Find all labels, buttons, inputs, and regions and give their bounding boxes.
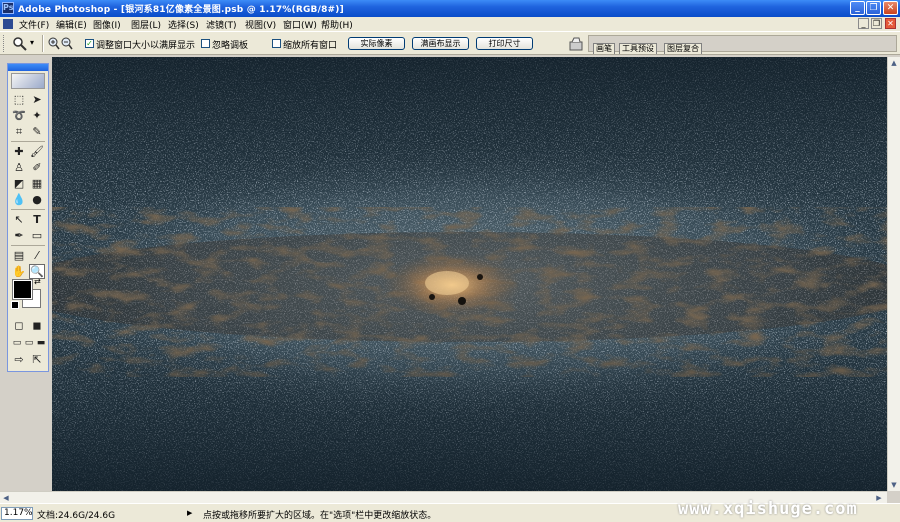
menu-help[interactable]: 帮助(H): [321, 18, 353, 31]
standard-mode-icon[interactable]: ◻: [11, 318, 27, 333]
hand-tool-icon[interactable]: ✋: [11, 264, 27, 279]
path-selection-tool-icon[interactable]: ↖: [11, 212, 27, 227]
print-size-button[interactable]: 打印尺寸: [476, 37, 533, 50]
grip-handle[interactable]: [3, 35, 8, 52]
menu-edit[interactable]: 编辑(E): [56, 18, 87, 31]
window-title: Adobe Photoshop - [银河系81亿像素全景图.psb @ 1.1…: [18, 5, 344, 15]
doc-close-button[interactable]: ✕: [885, 18, 896, 29]
minimize-button[interactable]: _: [850, 1, 865, 15]
photoshop-icon: Ps: [2, 2, 14, 14]
palette-well: 画笔 工具预设 图层复合: [588, 35, 897, 54]
maximize-button[interactable]: ❐: [866, 1, 881, 15]
scroll-down-arrow[interactable]: ▼: [888, 479, 900, 491]
zoom-all-windows-label: 缩放所有窗口: [283, 41, 338, 51]
pen-tool-icon[interactable]: ✒: [11, 228, 27, 243]
shape-tool-icon[interactable]: ▭: [29, 228, 45, 243]
status-menu-arrow[interactable]: ▶: [187, 509, 192, 517]
doc-restore-button[interactable]: ❐: [871, 18, 882, 29]
magic-wand-tool-icon[interactable]: ✦: [29, 108, 45, 123]
dodge-tool-icon[interactable]: ●: [29, 192, 45, 207]
doc-minimize-button[interactable]: _: [858, 18, 869, 29]
swap-colors-icon[interactable]: ⇄: [34, 277, 41, 286]
eyedropper-tool-icon[interactable]: ⁄: [29, 248, 45, 263]
options-bar: ▾ ✓ 调整窗口大小以满屏显示 忽略调板 缩放所有窗口 实际像素 满画布显示 打…: [0, 31, 900, 55]
document-size: 文档:24.6G/24.6G: [37, 511, 116, 521]
type-tool-icon[interactable]: T: [29, 212, 45, 227]
menu-file[interactable]: 文件(F): [19, 18, 49, 31]
brush-tool-icon[interactable]: 🖌: [29, 144, 45, 159]
history-brush-tool-icon[interactable]: ✐: [29, 160, 45, 175]
document-canvas[interactable]: [52, 57, 887, 491]
imageready-jump-icon[interactable]: ⇨: [11, 352, 27, 367]
watermark: www.xqishuge.com: [678, 499, 858, 519]
clone-stamp-tool-icon[interactable]: ♙: [11, 160, 27, 175]
default-colors-icon[interactable]: [11, 301, 19, 309]
title-bar: Ps Adobe Photoshop - [银河系81亿像素全景图.psb @ …: [0, 0, 900, 17]
zoom-all-windows-checkbox[interactable]: [272, 39, 281, 48]
status-hint: 点按或拖移所要扩大的区域。在"选项"栏中更改缩放状态。: [203, 511, 437, 521]
menu-image[interactable]: 图像(I): [93, 18, 121, 31]
magnifier-icon[interactable]: [12, 36, 28, 52]
tab-layer-comps[interactable]: 图层复合: [664, 43, 702, 54]
tool-preset-dropdown[interactable]: ▾: [30, 38, 34, 47]
healing-brush-tool-icon[interactable]: ✚: [11, 144, 27, 159]
edit-in-imageready-icon[interactable]: ⇱: [29, 352, 45, 367]
move-tool-icon[interactable]: ➤: [29, 92, 45, 107]
file-browser-icon[interactable]: [568, 36, 584, 52]
gradient-tool-icon[interactable]: ▦: [29, 176, 45, 191]
menu-select[interactable]: 选择(S): [168, 18, 199, 31]
photoshop-feather-logo[interactable]: [11, 73, 45, 89]
toolbox: ⬚ ➤ ➰ ✦ ⌗ ✎ ✚ 🖌 ♙ ✐ ◩ ▦ 💧 ● ↖ T ✒ ▭ ▤ ⁄ …: [7, 63, 49, 372]
quick-mask-mode-icon[interactable]: ◼: [29, 318, 45, 333]
resize-windows-checkbox[interactable]: ✓: [85, 39, 94, 48]
zoom-level-field[interactable]: 1.17%: [1, 507, 33, 520]
menu-view[interactable]: 视图(V): [245, 18, 276, 31]
tab-brushes[interactable]: 画笔: [593, 43, 615, 54]
close-button[interactable]: ✕: [883, 1, 898, 15]
toolbox-title-bar[interactable]: [8, 64, 48, 71]
vertical-scrollbar[interactable]: ▲ ▼: [887, 57, 900, 491]
milky-way-panorama-image: [52, 57, 887, 491]
menu-filter[interactable]: 滤镜(T): [206, 18, 237, 31]
slice-tool-icon[interactable]: ✎: [29, 124, 45, 139]
ignore-palettes-checkbox[interactable]: [201, 39, 210, 48]
tab-tool-presets[interactable]: 工具预设: [619, 43, 657, 54]
resize-windows-label: 调整窗口大小以满屏显示: [96, 41, 196, 51]
blur-tool-icon[interactable]: 💧: [11, 192, 27, 207]
zoom-out-icon[interactable]: [61, 37, 73, 50]
menu-bar: 文件(F) 编辑(E) 图像(I) 图层(L) 选择(S) 滤镜(T) 视图(V…: [0, 17, 900, 31]
menu-window[interactable]: 窗口(W): [283, 18, 317, 31]
zoom-in-icon[interactable]: [48, 37, 60, 50]
notes-tool-icon[interactable]: ▤: [11, 248, 27, 263]
ignore-palettes-label: 忽略调板: [212, 41, 249, 51]
actual-pixels-button[interactable]: 实际像素: [348, 37, 405, 50]
foreground-color-swatch[interactable]: [13, 280, 32, 299]
document-menu-icon[interactable]: [3, 19, 13, 29]
lasso-tool-icon[interactable]: ➰: [11, 108, 27, 123]
menu-layer[interactable]: 图层(L): [131, 18, 161, 31]
eraser-tool-icon[interactable]: ◩: [11, 176, 27, 191]
screen-mode-full-icon[interactable]: ▬: [33, 336, 49, 351]
status-bar: 1.17% 文档:24.6G/24.6G ▶ 点按或拖移所要扩大的区域。在"选项…: [0, 499, 900, 522]
fit-screen-button[interactable]: 满画布显示: [412, 37, 469, 50]
marquee-tool-icon[interactable]: ⬚: [11, 92, 27, 107]
scroll-up-arrow[interactable]: ▲: [888, 57, 900, 69]
crop-tool-icon[interactable]: ⌗: [11, 124, 27, 139]
